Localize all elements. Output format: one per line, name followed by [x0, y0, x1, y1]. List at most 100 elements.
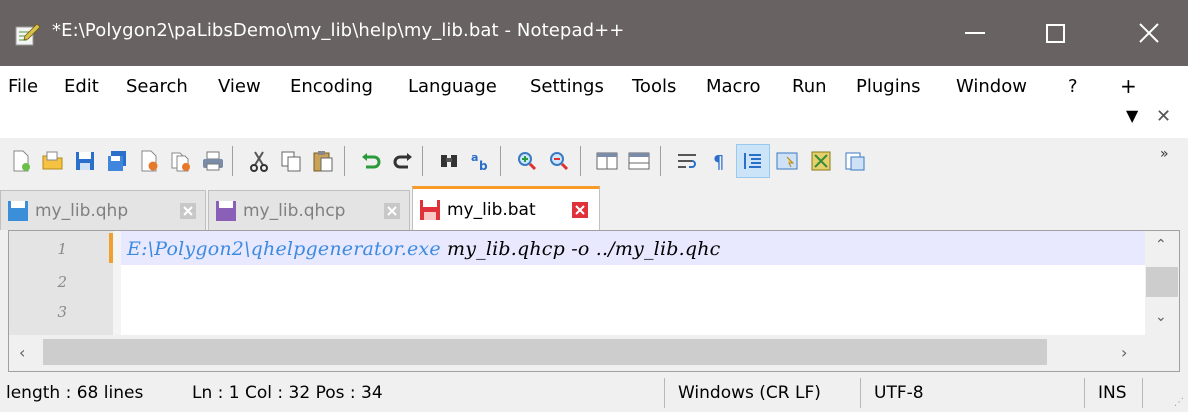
menu-plugins[interactable]: Plugins: [856, 76, 920, 97]
svg-text:a: a: [471, 151, 478, 164]
minimize-button[interactable]: [942, 0, 1008, 66]
tab-close-icon[interactable]: [571, 201, 589, 219]
tab-close-icon[interactable]: [179, 202, 197, 220]
scroll-right-icon[interactable]: ›: [1121, 343, 1127, 362]
close-icon: [141, 150, 158, 172]
menu-edit[interactable]: Edit: [64, 76, 99, 97]
code-line-1[interactable]: E:\Polygon2\qhelpgenerator.exe my_lib.qh…: [127, 238, 720, 260]
maximize-button[interactable]: [1022, 0, 1088, 66]
scroll-left-icon[interactable]: ‹: [19, 343, 25, 362]
sync-horizontal-icon: [628, 152, 650, 170]
save-icon: [76, 152, 94, 170]
cut-button[interactable]: [242, 144, 276, 178]
horizontal-scrollbar[interactable]: ‹ ›: [9, 335, 1179, 371]
status-eol[interactable]: Windows (CR LF): [668, 374, 821, 412]
toolbar-separator: [500, 146, 501, 176]
tab-strip: my_lib.qhp my_lib.qhcp my_lib.bat: [0, 186, 1188, 230]
function-list-button[interactable]: [804, 144, 838, 178]
zoom-in-icon: [518, 152, 537, 171]
menu-help[interactable]: ?: [1068, 76, 1078, 97]
paste-button[interactable]: [306, 144, 340, 178]
cut-icon: [250, 151, 268, 172]
toolbar-separator: [344, 146, 345, 176]
line-number: 2: [57, 273, 67, 291]
scroll-down-icon[interactable]: ⌄: [1155, 309, 1167, 325]
menu-macro[interactable]: Macro: [706, 76, 760, 97]
tab-list-dropdown-button[interactable]: ▼: [1126, 106, 1138, 125]
menu-tools[interactable]: Tools: [632, 76, 676, 97]
status-divider: [1142, 378, 1143, 408]
toolbar-overflow-button[interactable]: »: [1160, 146, 1169, 162]
menu-window[interactable]: Window: [956, 76, 1027, 97]
tab-my-lib-qhcp[interactable]: my_lib.qhcp: [208, 190, 410, 230]
replace-button[interactable]: ab: [464, 144, 498, 178]
horizontal-scroll-thumb[interactable]: [43, 339, 1047, 365]
menu-language[interactable]: Language: [408, 76, 497, 97]
toolbar-separator: [580, 146, 581, 176]
vertical-scrollbar[interactable]: ⌃ ⌄: [1145, 231, 1179, 335]
line-number: 3: [57, 303, 67, 321]
undo-button[interactable]: [354, 144, 388, 178]
indent-guide-button[interactable]: [736, 144, 770, 178]
menu-bar: File Edit Search View Encoding Language …: [0, 66, 1188, 138]
print-button[interactable]: [196, 144, 230, 178]
sync-vertical-icon: [596, 152, 618, 170]
function-list-icon: [811, 151, 831, 171]
close-all-button[interactable]: [164, 144, 198, 178]
sync-horizontal-button[interactable]: [622, 144, 656, 178]
toolbar-separator: [232, 146, 233, 176]
status-mode[interactable]: INS: [1088, 374, 1127, 412]
undo-icon: [362, 153, 381, 169]
svg-text:b: b: [479, 159, 488, 173]
folder-workspace-icon: [845, 152, 865, 171]
close-doc-button[interactable]: ✕: [1156, 106, 1171, 127]
line-number-gutter: 1 2 3: [9, 231, 113, 335]
menu-view[interactable]: View: [218, 76, 261, 97]
find-button[interactable]: [432, 144, 466, 178]
sync-vertical-button[interactable]: [590, 144, 624, 178]
close-all-icon: [171, 152, 190, 172]
tab-close-icon[interactable]: [383, 202, 401, 220]
menu-run[interactable]: Run: [792, 76, 827, 97]
folder-workspace-button[interactable]: [838, 144, 872, 178]
vertical-scroll-thumb[interactable]: [1146, 267, 1178, 297]
resize-grip-icon[interactable]: ⋰: [1174, 397, 1184, 408]
save-all-button[interactable]: [100, 144, 134, 178]
editor[interactable]: 1 2 3 E:\Polygon2\qhelpgenerator.exe my_…: [8, 230, 1180, 372]
paste-icon: [313, 151, 333, 172]
zoom-in-button[interactable]: [510, 144, 544, 178]
save-button[interactable]: [68, 144, 102, 178]
copy-button[interactable]: [274, 144, 308, 178]
zoom-out-icon: [550, 152, 569, 171]
maximize-icon: [1045, 23, 1065, 43]
close-icon: [1139, 23, 1159, 43]
tab-my-lib-qhp[interactable]: my_lib.qhp: [0, 190, 206, 230]
menu-settings[interactable]: Settings: [530, 76, 604, 97]
status-encoding[interactable]: UTF-8: [864, 374, 924, 412]
tab-my-lib-bat[interactable]: my_lib.bat: [412, 186, 600, 230]
status-divider: [860, 378, 861, 408]
doc-map-icon: [776, 152, 798, 170]
menu-search[interactable]: Search: [126, 76, 188, 97]
zoom-out-button[interactable]: [542, 144, 576, 178]
status-length: length : 68 lines: [6, 383, 144, 403]
status-divider: [1084, 378, 1085, 408]
open-file-button[interactable]: [36, 144, 70, 178]
word-wrap-button[interactable]: [670, 144, 704, 178]
new-tab-button[interactable]: +: [1120, 74, 1137, 98]
close-file-button[interactable]: [132, 144, 166, 178]
redo-button[interactable]: [386, 144, 420, 178]
show-all-chars-button[interactable]: ¶: [702, 144, 736, 178]
tab-label: my_lib.bat: [447, 199, 536, 220]
replace-icon: ab: [471, 151, 488, 173]
toolbar: ab ¶ »: [0, 140, 1188, 186]
new-file-button[interactable]: [4, 144, 38, 178]
menu-encoding[interactable]: Encoding: [290, 76, 373, 97]
tab-label: my_lib.qhcp: [243, 200, 346, 221]
tab-label: my_lib.qhp: [35, 200, 129, 221]
scroll-up-icon[interactable]: ⌃: [1155, 237, 1167, 253]
close-window-button[interactable]: [1110, 0, 1188, 66]
doc-map-button[interactable]: [770, 144, 804, 178]
svg-text:¶: ¶: [713, 152, 724, 173]
menu-file[interactable]: File: [8, 76, 38, 97]
